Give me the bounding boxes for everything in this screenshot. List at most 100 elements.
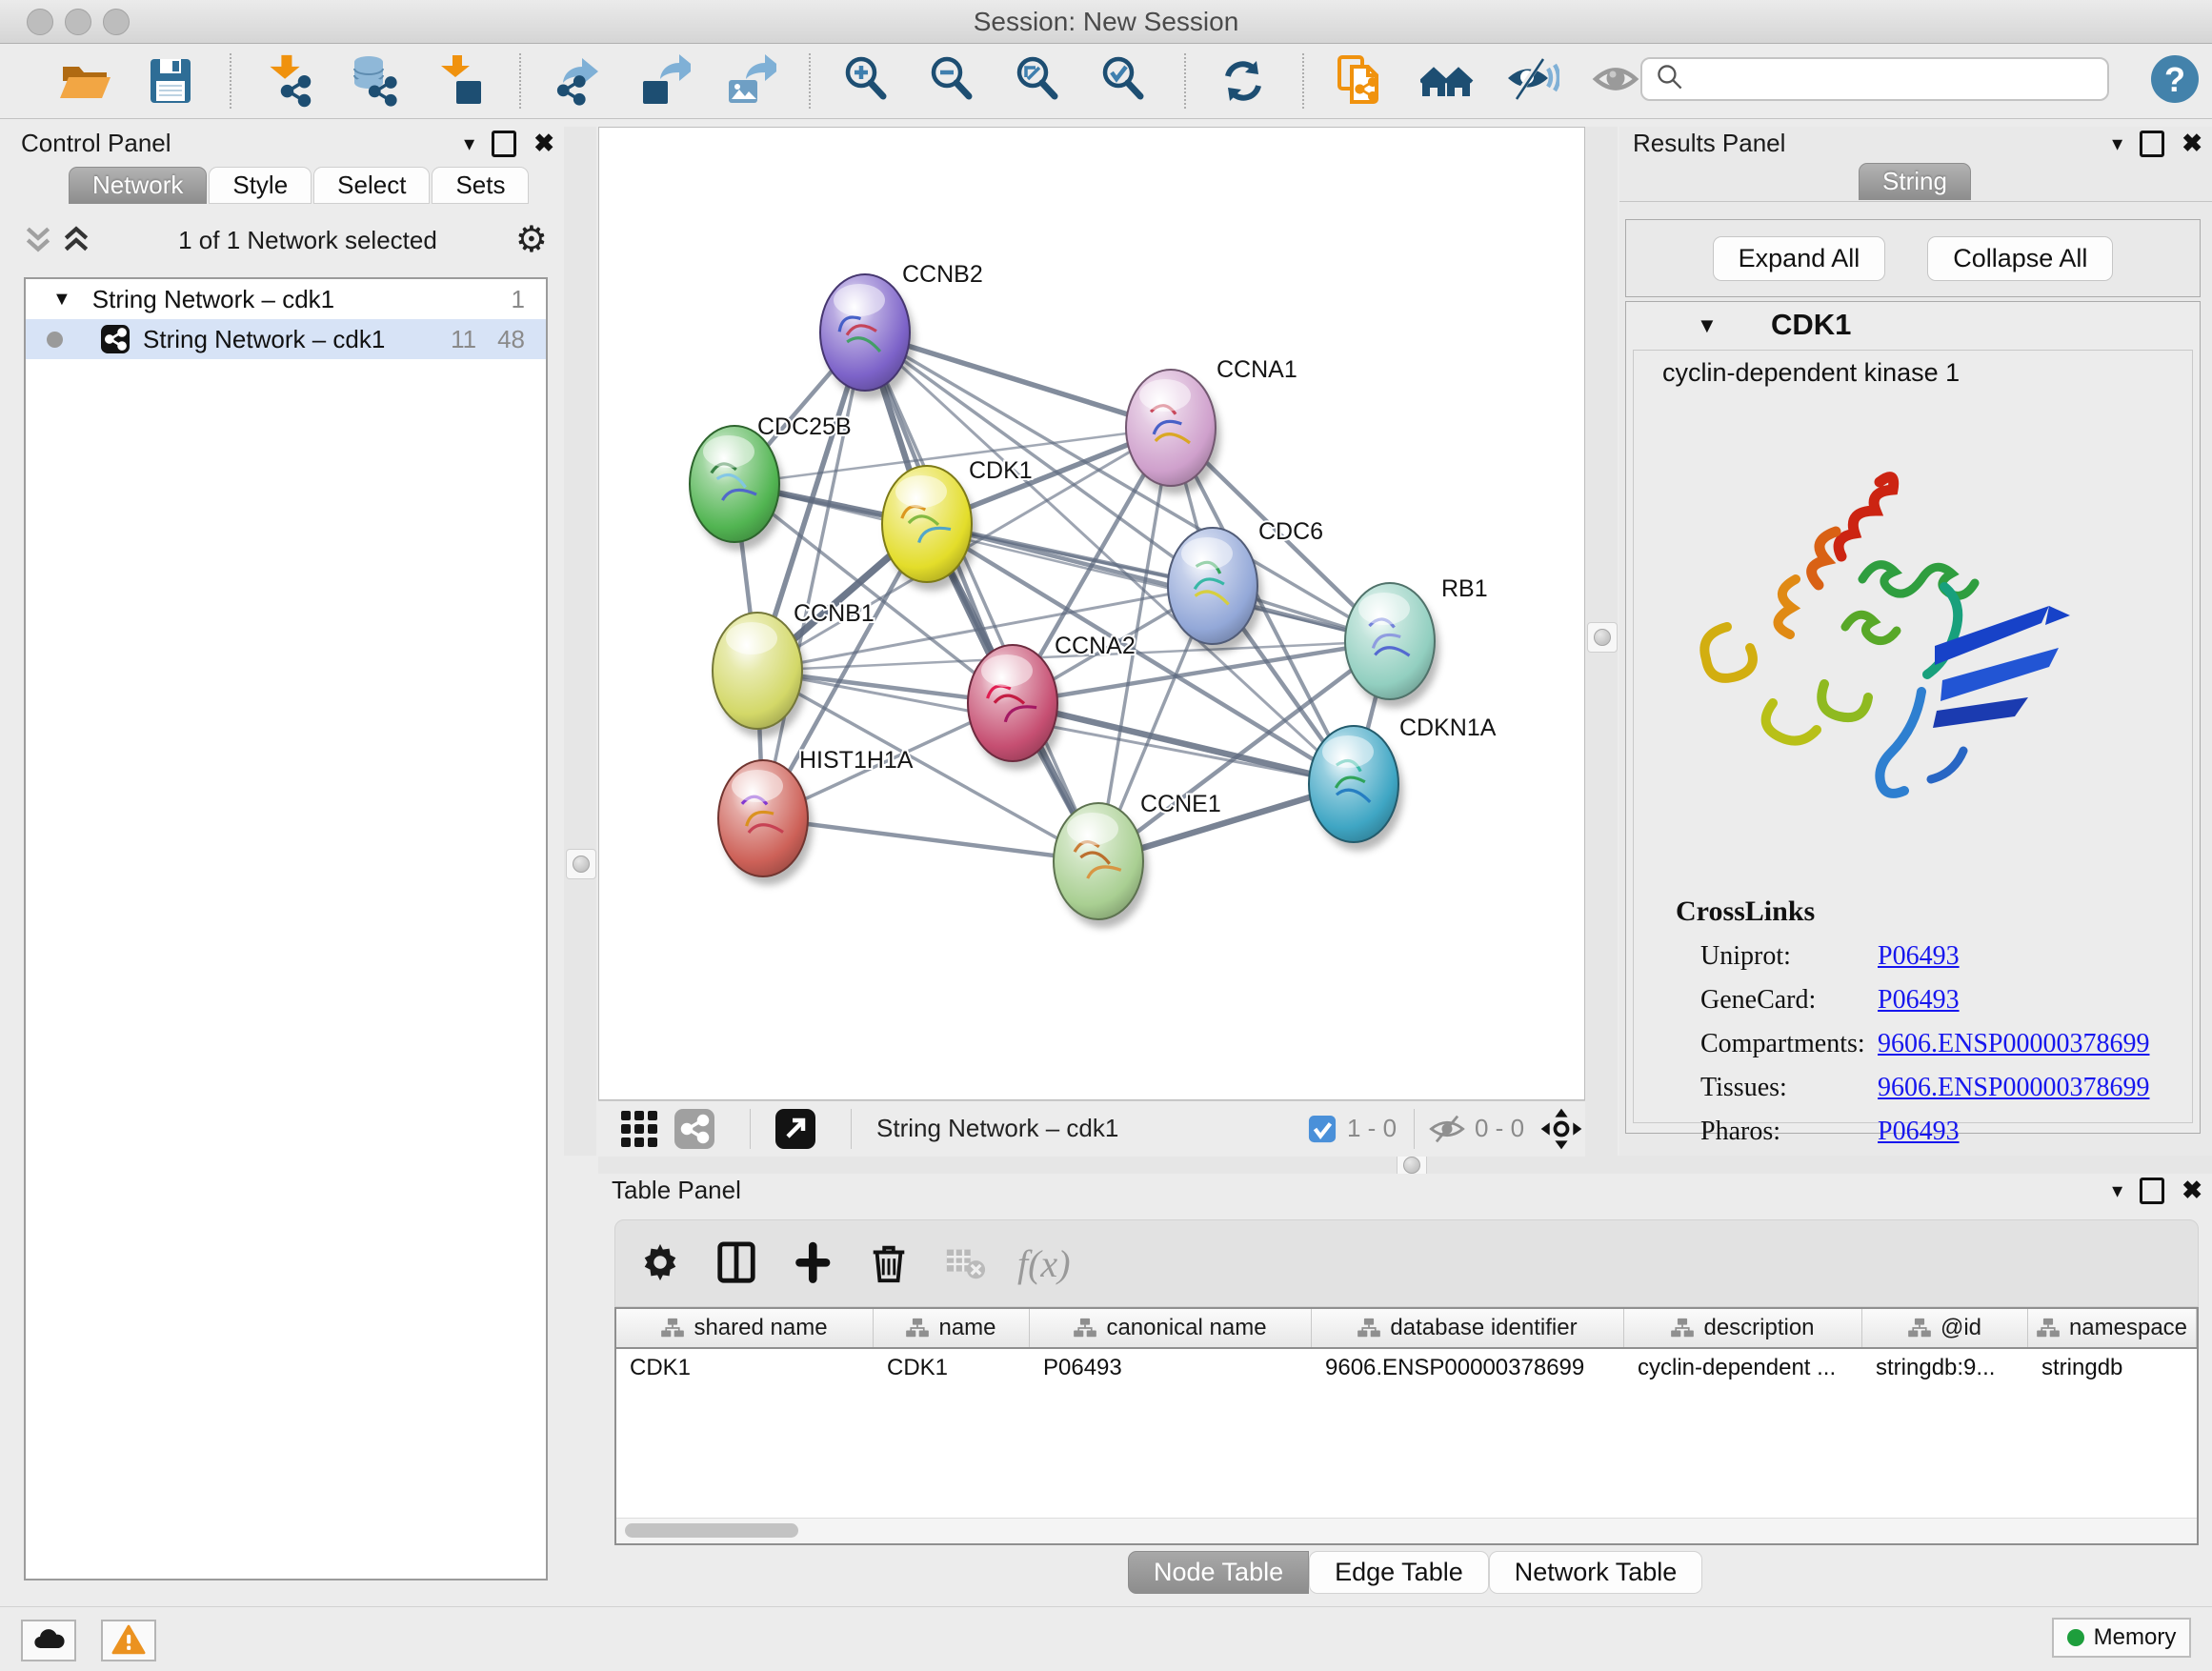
zoom-out-button[interactable] bbox=[925, 51, 984, 111]
network-edge[interactable] bbox=[763, 818, 1098, 861]
open-session-button[interactable] bbox=[56, 51, 115, 111]
column-header-database-identifier[interactable]: database identifier bbox=[1312, 1309, 1624, 1347]
network-node-CCNA1[interactable] bbox=[1126, 370, 1220, 494]
tab-sets[interactable]: Sets bbox=[432, 167, 529, 204]
grid-view-icon[interactable] bbox=[619, 1109, 659, 1152]
results-collapse-icon[interactable]: ▾ bbox=[2112, 131, 2122, 156]
table-cell[interactable]: stringdb bbox=[2028, 1349, 2197, 1387]
crosslink-link[interactable]: 9606.ENSP00000378699 bbox=[1878, 1073, 2149, 1103]
string-view-icon[interactable] bbox=[674, 1109, 714, 1152]
search-input[interactable] bbox=[1686, 65, 2107, 93]
table-hscrollbar[interactable] bbox=[616, 1518, 2197, 1543]
network-collection-row[interactable]: ▼ String Network – cdk1 1 bbox=[26, 279, 546, 319]
tab-network[interactable]: Network bbox=[69, 167, 207, 204]
panel-float-icon[interactable] bbox=[492, 131, 516, 157]
tab-style[interactable]: Style bbox=[209, 167, 312, 204]
table-cell[interactable]: CDK1 bbox=[874, 1349, 1030, 1387]
expand-all-networks-icon[interactable] bbox=[24, 226, 52, 254]
results-close-icon[interactable]: ✖ bbox=[2182, 129, 2202, 158]
clone-network-button[interactable] bbox=[1333, 51, 1392, 111]
crosslink-link[interactable]: 9606.ENSP00000378699 bbox=[1878, 1029, 2149, 1059]
column-header-canonical-name[interactable]: canonical name bbox=[1030, 1309, 1312, 1347]
warnings-button[interactable] bbox=[101, 1620, 156, 1661]
table-cell[interactable]: cyclin-dependent ... bbox=[1624, 1349, 1862, 1387]
network-node-CDKN1A[interactable] bbox=[1309, 726, 1403, 851]
tab-string[interactable]: String bbox=[1859, 163, 1971, 200]
collapse-all-button[interactable]: Collapse All bbox=[1927, 236, 2113, 281]
network-node-HIST1H1A[interactable] bbox=[718, 760, 813, 885]
search-icon bbox=[1654, 61, 1686, 98]
network-node-RB1[interactable] bbox=[1345, 583, 1439, 708]
selected-checkbox-icon[interactable] bbox=[1308, 1115, 1337, 1146]
zoom-fit-button[interactable] bbox=[1011, 51, 1070, 111]
memory-button[interactable]: Memory bbox=[2052, 1618, 2191, 1658]
network-node-CCNB2[interactable] bbox=[820, 274, 915, 399]
panel-collapse-icon[interactable]: ▾ bbox=[464, 131, 474, 156]
import-table-file-button[interactable] bbox=[432, 51, 491, 111]
add-column-icon[interactable] bbox=[789, 1239, 836, 1287]
cloud-status-button[interactable] bbox=[21, 1620, 76, 1661]
collapse-all-networks-icon[interactable] bbox=[62, 226, 90, 254]
birdseye-nav-icon[interactable] bbox=[1539, 1107, 1583, 1154]
network-edge[interactable] bbox=[865, 332, 1098, 861]
table-row[interactable]: CDK1CDK1P064939606.ENSP00000378699cyclin… bbox=[616, 1349, 2197, 1387]
table-hscrollbar-thumb[interactable] bbox=[625, 1523, 798, 1538]
table-cell[interactable]: CDK1 bbox=[616, 1349, 874, 1387]
import-network-file-button[interactable] bbox=[260, 51, 319, 111]
table-close-icon[interactable]: ✖ bbox=[2182, 1176, 2202, 1205]
network-node-CCNE1[interactable] bbox=[1054, 803, 1148, 928]
search-box[interactable] bbox=[1640, 57, 2109, 101]
network-node-CCNA2[interactable] bbox=[968, 645, 1062, 770]
column-header--id[interactable]: @id bbox=[1862, 1309, 2028, 1347]
import-network-database-button[interactable] bbox=[346, 51, 405, 111]
left-splitter[interactable] bbox=[564, 127, 596, 1156]
save-session-button[interactable] bbox=[142, 51, 201, 111]
refresh-button[interactable] bbox=[1215, 51, 1274, 111]
tab-select[interactable]: Select bbox=[313, 167, 430, 204]
column-header-description[interactable]: description bbox=[1624, 1309, 1862, 1347]
network-options-gear-icon[interactable]: ⚙ bbox=[515, 222, 548, 258]
panel-close-icon[interactable]: ✖ bbox=[533, 129, 554, 158]
network-graph[interactable]: CCNB2CCNA1CDC25BCDK1CDC6RB1CCNB1CCNA2CDK… bbox=[599, 128, 1584, 1099]
left-splitter-handle[interactable] bbox=[566, 849, 596, 879]
table-float-icon[interactable] bbox=[2140, 1178, 2164, 1204]
delete-column-icon[interactable] bbox=[865, 1239, 913, 1287]
network-canvas[interactable]: CCNB2CCNA1CDC25BCDK1CDC6RB1CCNB1CCNA2CDK… bbox=[598, 127, 1585, 1100]
home-button[interactable] bbox=[1418, 51, 1478, 111]
zoom-selected-button[interactable] bbox=[1096, 51, 1156, 111]
table-collapse-icon[interactable]: ▾ bbox=[2112, 1178, 2122, 1203]
table-cell[interactable]: 9606.ENSP00000378699 bbox=[1312, 1349, 1624, 1387]
crosslink-link[interactable]: P06493 bbox=[1878, 1117, 1960, 1147]
export-network-button[interactable] bbox=[550, 51, 609, 111]
column-header-namespace[interactable]: namespace bbox=[2028, 1309, 2197, 1347]
show-columns-icon[interactable] bbox=[713, 1239, 760, 1287]
expand-all-button[interactable]: Expand All bbox=[1713, 236, 1886, 281]
network-node-CDK1[interactable] bbox=[882, 466, 976, 591]
tab-network-table[interactable]: Network Table bbox=[1489, 1551, 1703, 1594]
node-section-header[interactable]: ▼ CDK1 bbox=[1626, 302, 2200, 348]
table-cell[interactable]: stringdb:9... bbox=[1862, 1349, 2028, 1387]
tab-node-table[interactable]: Node Table bbox=[1128, 1551, 1309, 1594]
zoom-in-button[interactable] bbox=[839, 51, 898, 111]
right-splitter-handle[interactable] bbox=[1587, 622, 1618, 653]
table-settings-gear-icon[interactable] bbox=[636, 1239, 684, 1287]
table-cell[interactable]: P06493 bbox=[1030, 1349, 1312, 1387]
network-row[interactable]: String Network – cdk1 11 48 bbox=[26, 319, 546, 359]
network-node-CCNB1[interactable] bbox=[713, 613, 807, 737]
export-table-button[interactable] bbox=[635, 51, 694, 111]
crosslink-link[interactable]: P06493 bbox=[1878, 985, 1960, 1016]
open-in-new-window-icon[interactable] bbox=[775, 1109, 815, 1152]
help-button[interactable]: ? bbox=[2151, 55, 2199, 103]
network-node-CDC6[interactable] bbox=[1168, 528, 1262, 653]
column-header-shared-name[interactable]: shared name bbox=[616, 1309, 874, 1347]
hide-selected-button[interactable] bbox=[1504, 51, 1563, 111]
right-splitter[interactable] bbox=[1585, 127, 1618, 1156]
results-float-icon[interactable] bbox=[2140, 131, 2164, 157]
crosslink-link[interactable]: P06493 bbox=[1878, 941, 1960, 972]
export-image-button[interactable] bbox=[721, 51, 780, 111]
column-header-name[interactable]: name bbox=[874, 1309, 1030, 1347]
bottom-splitter[interactable] bbox=[598, 1156, 2212, 1174]
section-collapse-icon[interactable]: ▼ bbox=[1697, 313, 1718, 338]
tab-edge-table[interactable]: Edge Table bbox=[1309, 1551, 1489, 1594]
collection-expand-icon[interactable]: ▼ bbox=[52, 289, 71, 311]
